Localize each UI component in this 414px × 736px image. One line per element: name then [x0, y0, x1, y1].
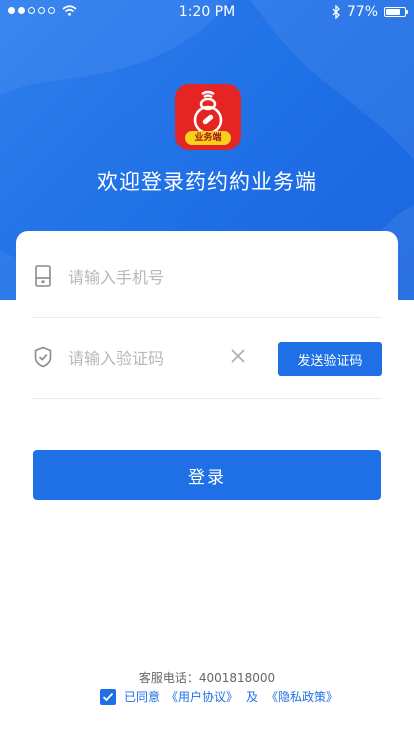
phone-icon [35, 265, 51, 287]
and-text: 及 [246, 690, 259, 704]
bluetooth-icon [332, 5, 340, 19]
battery-tip [406, 10, 408, 14]
agree-text: 已同意 [124, 690, 161, 704]
login-card: 发送验证码 登录 [16, 231, 398, 531]
agree-checkbox[interactable] [100, 688, 116, 705]
code-input[interactable] [66, 342, 220, 374]
service-phone: 客服电话：4001818000 [138, 671, 276, 685]
battery-percent: 77% [346, 4, 378, 20]
code-row: 发送验证码 [32, 318, 382, 399]
battery-icon [384, 7, 408, 17]
phone-row [32, 237, 382, 318]
shield-icon [34, 346, 52, 368]
send-code-button[interactable]: 发送验证码 [278, 342, 382, 376]
status-bar: 1:20 PM 77% [0, 0, 414, 26]
welcome-title: 欢迎登录药约約业务端 [97, 170, 317, 194]
phone-input[interactable] [66, 261, 270, 293]
app-logo: 业务端 [175, 84, 241, 150]
battery-fill [386, 9, 400, 15]
check-icon [102, 692, 114, 701]
login-button[interactable]: 登录 [33, 450, 381, 500]
logo-badge: 业务端 [185, 131, 231, 145]
agreement-row: 已同意 《用户协议》 及 《隐私政策》 [100, 688, 338, 705]
status-right: 77% [332, 4, 408, 20]
clear-icon[interactable] [230, 348, 246, 364]
privacy-policy-link[interactable]: 《隐私政策》 [266, 688, 338, 705]
user-agreement-link[interactable]: 《用户协议》 [166, 688, 238, 705]
